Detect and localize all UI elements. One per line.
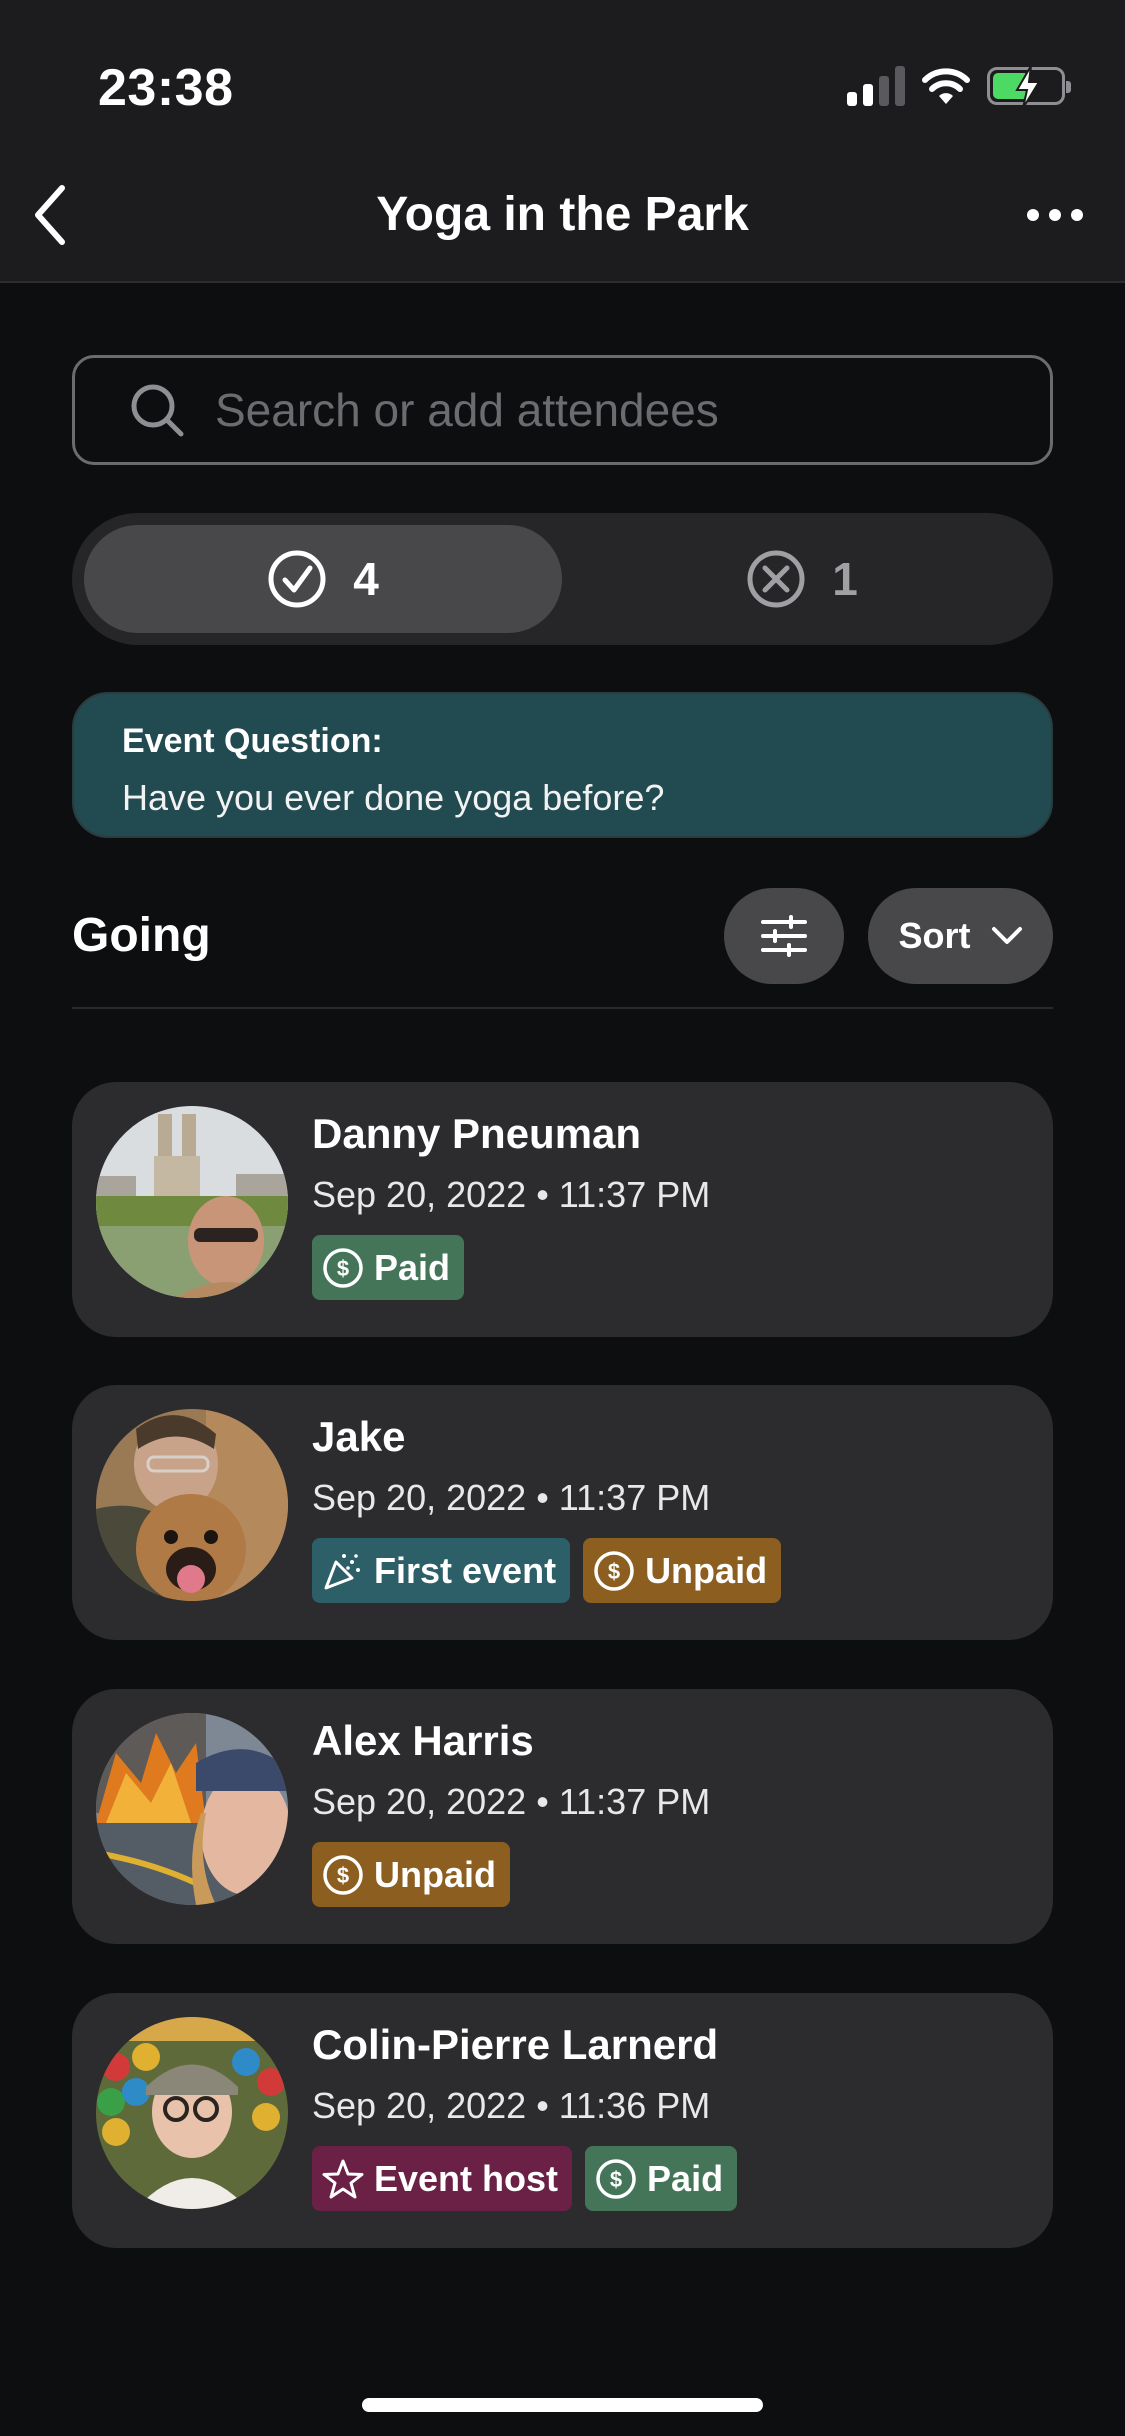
attendee-datetime: Sep 20, 2022 • 11:37 PM	[312, 1174, 711, 1215]
event-question-card: Event Question: Have you ever done yoga …	[72, 692, 1053, 838]
not-going-count: 1	[832, 553, 858, 605]
paid-badge: $ Paid	[312, 1235, 465, 1300]
sliders-icon	[761, 915, 807, 957]
badge-label: Paid	[647, 2157, 724, 2199]
attendee-name: Jake	[312, 1413, 406, 1460]
attendee-card[interactable]: Alex Harris Sep 20, 2022 • 11:37 PM $ Un…	[72, 1689, 1053, 1944]
avatar	[96, 2017, 288, 2209]
svg-text:$: $	[337, 1256, 349, 1281]
avatar	[96, 1106, 288, 1298]
unpaid-badge: $ Unpaid	[583, 1538, 782, 1603]
check-circle-icon	[268, 550, 326, 608]
badge-label: Unpaid	[374, 1853, 496, 1895]
tab-going[interactable]: 4	[84, 525, 562, 633]
attendee-card[interactable]: Jake Sep 20, 2022 • 11:37 PM First event…	[72, 1385, 1053, 1640]
badge-list: $ Unpaid	[312, 1842, 510, 1907]
badge-list: First event $ Unpaid	[312, 1538, 782, 1603]
attendee-datetime: Sep 20, 2022 • 11:36 PM	[312, 2085, 711, 2126]
attendee-datetime: Sep 20, 2022 • 11:37 PM	[312, 1477, 711, 1518]
cellular-signal-icon	[847, 66, 905, 106]
first-event-badge: First event	[312, 1538, 571, 1603]
attendee-name: Danny Pneuman	[312, 1110, 642, 1157]
party-popper-icon	[324, 1553, 360, 1589]
svg-text:$: $	[337, 1863, 349, 1888]
dollar-circle-icon: $	[596, 2158, 636, 2199]
badge-list: Event host $ Paid	[312, 2146, 738, 2211]
search-icon	[131, 384, 184, 437]
rsvp-toggle: 4 1	[72, 513, 1053, 645]
star-icon	[322, 2159, 364, 2198]
attendee-name: Alex Harris	[312, 1717, 534, 1764]
filter-button[interactable]	[724, 888, 844, 984]
avatar	[96, 1409, 288, 1601]
section-title: Going	[72, 909, 211, 962]
tab-not-going[interactable]: 1	[563, 525, 1041, 633]
top-bar: 23:38 Yoga in the Park	[0, 0, 1125, 283]
status-icons	[847, 66, 1071, 108]
dollar-circle-icon: $	[323, 1854, 363, 1895]
badge-label: Paid	[374, 1246, 451, 1288]
search-input[interactable]	[215, 383, 1015, 437]
home-indicator[interactable]	[362, 2398, 763, 2412]
badge-label: Event host	[374, 2157, 559, 2199]
event-host-badge: Event host	[312, 2146, 573, 2211]
search-field[interactable]	[72, 355, 1053, 465]
svg-text:$: $	[610, 2167, 622, 2192]
ellipsis-icon	[1027, 209, 1039, 221]
wifi-icon	[922, 68, 970, 104]
attendee-card[interactable]: Danny Pneuman Sep 20, 2022 • 11:37 PM $ …	[72, 1082, 1053, 1337]
status-time: 23:38	[98, 59, 234, 117]
dollar-circle-icon: $	[594, 1550, 634, 1591]
event-question-text: Have you ever done yoga before?	[122, 777, 665, 818]
paid-badge: $ Paid	[585, 2146, 738, 2211]
badge-label: First event	[374, 1549, 557, 1591]
sort-label: Sort	[898, 915, 971, 956]
more-options-button[interactable]	[1015, 195, 1095, 235]
attendee-datetime: Sep 20, 2022 • 11:37 PM	[312, 1781, 711, 1822]
unpaid-badge: $ Unpaid	[312, 1842, 510, 1907]
battery-charging-icon	[987, 66, 1071, 108]
svg-text:$: $	[608, 1559, 620, 1584]
page-title: Yoga in the Park	[376, 188, 749, 241]
badge-list: $ Paid	[312, 1235, 465, 1300]
attendee-card[interactable]: Colin-Pierre Larnerd Sep 20, 2022 • 11:3…	[72, 1993, 1053, 2248]
going-count: 4	[353, 553, 379, 605]
chevron-down-icon	[991, 927, 1022, 944]
section-divider	[72, 1007, 1053, 1009]
badge-label: Unpaid	[645, 1549, 768, 1591]
event-question-label: Event Question:	[122, 722, 383, 760]
x-circle-icon	[747, 550, 805, 608]
avatar	[96, 1713, 288, 1905]
dollar-circle-icon: $	[323, 1247, 363, 1288]
sort-button[interactable]: Sort	[868, 888, 1053, 984]
attendee-name: Colin-Pierre Larnerd	[312, 2021, 719, 2068]
